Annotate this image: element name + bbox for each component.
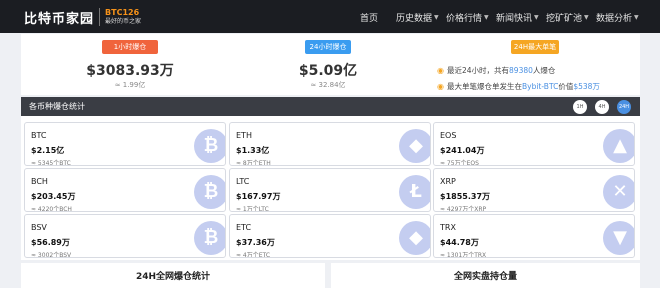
badge-24h-max: 24H最大单笔 [511,40,559,54]
coin-liquidation-value: $1855.37万 [440,192,491,201]
coin-liquidation-value: $167.97万 [236,192,281,201]
info-text: 最近24小时，共有 [446,66,510,75]
chevron-down-icon: ▼ [584,13,589,21]
coin-name: ETC [236,223,252,232]
info-text: 最大单笔爆仓单发生在 [446,82,522,91]
panel-title: 24H全网爆仓统计 [135,272,211,282]
info-line-total: ◉ 最近24小时，共有 89380 人爆仓 [437,65,555,76]
coin-card-trx[interactable]: TRX $44.78万 ≈ 1301万个TRX ▼ [433,214,635,258]
logo-text: 比特币家园 [24,11,95,27]
coin-name: BTC [31,131,47,140]
top-nav: 比特币家园 BTC126 最好的币之家 首页 历史数据 ▼ 价格行情 ▼ 新闻快讯 ▼… [0,0,660,33]
panel-title: 全网实盘持仓量 [453,272,517,282]
coin-card-xrp[interactable]: XRP $1855.37万 ≈ 4297万个XRP ✕ [433,168,635,212]
liquidation-24h-sub: ≈ 32.84亿 [310,81,346,89]
coin-card-bsv[interactable]: BSV $56.89万 ≈ 3002个BSV ₿ [24,214,226,258]
logo-slogan: 最好的币之家 [105,18,142,25]
coin-card-eos[interactable]: EOS $241.04万 ≈ 75万个EOS ▲ [433,122,635,166]
logo-divider [99,8,101,26]
badge-1h-liquidation: 1小时爆仓 [102,40,158,54]
info-text: 人爆仓 [532,66,556,75]
coin-card-btc[interactable]: BTC $2.15亿 ≈ 5345个BTC ₿ [24,122,226,166]
litecoin-icon: Ł [399,175,430,209]
coin-amount: ≈ 4万个ETC [236,252,271,258]
ethereum-classic-icon: ◆ [399,221,430,255]
coins-grid: BTC $2.15亿 ≈ 5345个BTC ₿ ETH $1.33亿 ≈ 8万个… [21,116,640,260]
nav-item-history[interactable]: 历史数据 ▼ [396,10,439,24]
ethereum-icon: ◆ [399,129,430,163]
max-order-amount: $538万 [573,82,600,91]
coin-name: BCH [31,177,48,186]
coin-name: XRP [440,177,456,186]
lightbulb-icon: ◉ [437,82,444,91]
panel-24h-network-liquidation: 24H全网爆仓统计 [21,263,325,288]
coin-card-bch[interactable]: BCH $203.45万 ≈ 4220个BCH ₿ [24,168,226,212]
coin-name: ETH [236,131,252,140]
coin-name: TRX [440,223,456,232]
coin-card-etc[interactable]: ETC $37.36万 ≈ 4万个ETC ◆ [229,214,431,258]
tab-4h[interactable]: 4H [595,100,609,114]
coin-liquidation-value: $2.15亿 [31,146,65,155]
site-logo[interactable]: 比特币家园 BTC126 最好的币之家 [24,6,141,28]
liquidation-summary: 1小时爆仓 $3083.93万 ≈ 1.99亿 24小时爆仓 $5.09亿 ≈ … [21,34,640,95]
coin-liquidation-value: $44.78万 [440,238,479,247]
coin-liquidation-value: $241.04万 [440,146,485,155]
nav-item-news[interactable]: 新闻快讯 ▼ [496,10,539,24]
coin-liquidation-value: $37.36万 [236,238,275,247]
coin-amount: ≈ 4297万个XRP [440,206,487,212]
coin-card-ltc[interactable]: LTC $167.97万 ≈ 1万个LTC Ł [229,168,431,212]
chevron-down-icon: ▼ [534,13,539,21]
liquidation-24h-value: $5.09亿 [298,63,358,79]
coin-liquidation-value: $56.89万 [31,238,70,247]
tab-24h[interactable]: 24H [617,100,631,114]
coins-section-header: 各币种爆仓统计 1H 4H 24H [21,97,640,116]
coin-amount: ≈ 1万个LTC [236,206,269,212]
nav-item-label: 数据分析 [596,13,633,24]
coin-name: EOS [440,131,457,140]
coin-liquidation-value: $1.33亿 [236,146,270,155]
coin-amount: ≈ 75万个EOS [440,160,479,166]
chevron-down-icon: ▼ [484,13,489,21]
coin-liquidation-value: $203.45万 [31,192,76,201]
nav-item-label: 挖矿矿池 [546,13,583,24]
chevron-down-icon: ▼ [634,13,639,21]
badge-24h-liquidation: 24小时爆仓 [305,40,351,54]
max-order-exchange[interactable]: Bybit-BTC [522,82,558,91]
coin-name: BSV [31,223,47,232]
logo-subtitle: BTC126 最好的币之家 [105,8,141,26]
bitcoin-cash-icon: ₿ [194,175,225,209]
lightbulb-icon: ◉ [437,66,444,75]
coin-name: LTC [236,177,250,186]
nav-item-market[interactable]: 价格行情 ▼ [446,10,489,24]
eos-icon: ▲ [603,129,634,163]
nav-item-analysis[interactable]: 数据分析 ▼ [596,10,639,24]
liquidation-1h-value: $3083.93万 [86,63,174,79]
coin-amount: ≈ 8万个ETH [236,160,271,166]
coin-amount: ≈ 4220个BCH [31,206,72,212]
coin-card-eth[interactable]: ETH $1.33亿 ≈ 8万个ETH ◆ [229,122,431,166]
coin-amount: ≈ 1301万个TRX [440,252,487,258]
coin-amount: ≈ 3002个BSV [31,252,72,258]
nav-item-label: 新闻快讯 [496,13,533,24]
panel-network-open-interest: 全网实盘持仓量 [331,263,640,288]
nav-item-mining[interactable]: 挖矿矿池 ▼ [546,10,589,24]
section-title: 各币种爆仓统计 [29,102,85,111]
info-text: 价值 [558,82,574,91]
nav-item-label: 首页 [360,13,379,24]
nav-item-label: 价格行情 [446,13,483,24]
bsv-icon: ₿ [194,221,225,255]
logo-code: BTC126 [105,8,140,17]
ripple-icon: ✕ [603,175,634,209]
tron-icon: ▼ [603,221,634,255]
nav-item-label: 历史数据 [396,13,433,24]
liquidation-1h-sub: ≈ 1.99亿 [114,81,146,89]
liquidated-count: 89380 [509,66,533,75]
tab-1h[interactable]: 1H [573,100,587,114]
bitcoin-icon: ₿ [194,129,225,163]
coin-amount: ≈ 5345个BTC [31,160,71,166]
info-line-max-order: ◉ 最大单笔爆仓单发生在 Bybit-BTC 价值 $538万 [437,81,600,92]
chevron-down-icon: ▼ [434,13,439,21]
nav-item-home[interactable]: 首页 [360,10,378,24]
